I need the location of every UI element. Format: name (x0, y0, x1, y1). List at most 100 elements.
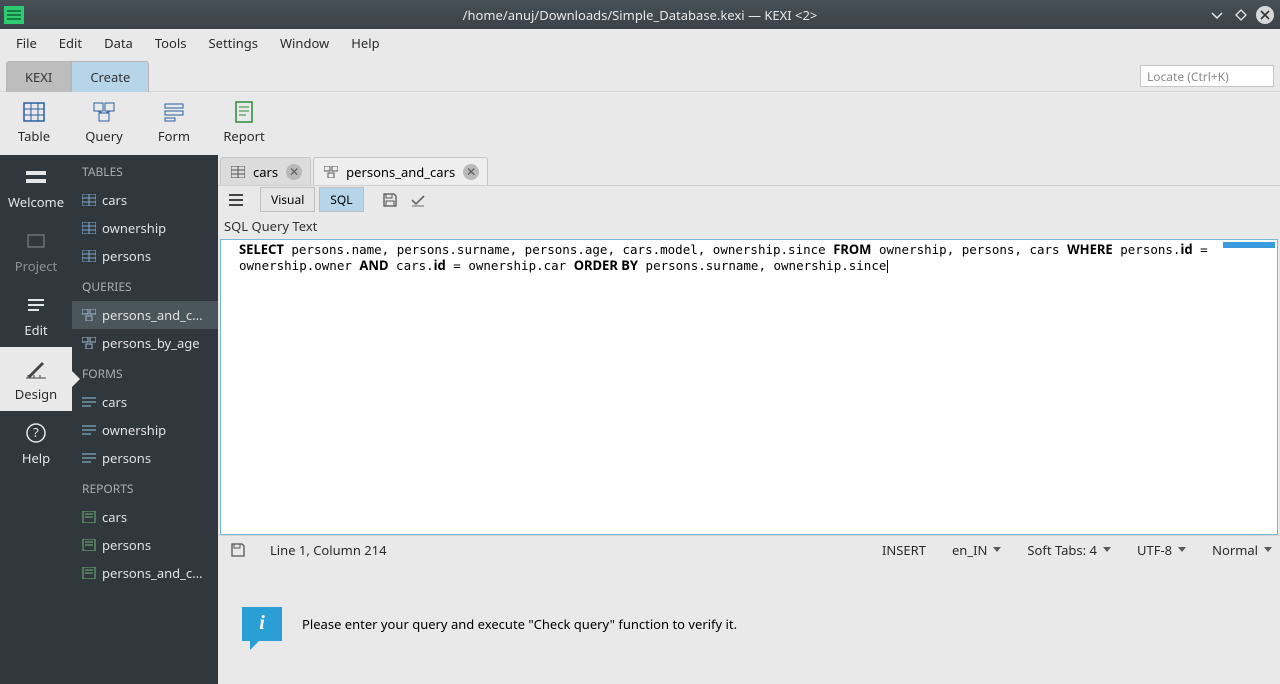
tree-report-item[interactable]: persons_and_c... (72, 559, 218, 587)
status-locale-label: en_IN (952, 541, 987, 559)
tree-item-label: ownership (102, 219, 166, 237)
project-icon (24, 229, 48, 253)
table-icon (82, 194, 96, 206)
status-insert[interactable]: INSERT (882, 541, 926, 559)
tree-form-item[interactable]: cars (72, 388, 218, 416)
tree-query-item[interactable]: persons_and_c... (72, 301, 218, 329)
save-icon[interactable] (226, 539, 250, 561)
minimize-button[interactable] (1208, 6, 1226, 24)
tree-form-item[interactable]: ownership (72, 416, 218, 444)
tree-item-label: cars (102, 191, 127, 209)
doc-tab-cars[interactable]: cars ✕ (220, 157, 311, 185)
tree-header-reports: REPORTS (72, 472, 218, 503)
menu-help[interactable]: Help (341, 30, 389, 56)
table-icon (231, 166, 245, 178)
report-icon (233, 101, 255, 123)
menu-file[interactable]: File (6, 30, 47, 56)
tree-header-forms: FORMS (72, 357, 218, 388)
mode-welcome-label: Welcome (8, 193, 64, 211)
close-button[interactable] (1256, 6, 1274, 24)
status-mode[interactable]: Normal (1212, 541, 1272, 559)
toolbar-report-label: Report (223, 127, 264, 145)
toolbar-report[interactable]: Report (220, 101, 268, 145)
design-icon (24, 357, 48, 381)
maximize-button[interactable] (1232, 6, 1250, 24)
mode-project-label: Project (15, 257, 57, 275)
status-encoding-label: UTF-8 (1137, 541, 1172, 559)
content-area: cars ✕ persons_and_cars ✕ Visual SQL SQL… (218, 155, 1280, 684)
close-icon[interactable]: ✕ (463, 164, 479, 180)
mode-design-label: Design (15, 385, 57, 403)
tree-report-item[interactable]: cars (72, 503, 218, 531)
tree-query-item[interactable]: persons_by_age (72, 329, 218, 357)
tree-header-queries: QUERIES (72, 270, 218, 301)
status-position[interactable]: Line 1, Column 214 (270, 541, 387, 559)
close-icon[interactable]: ✕ (286, 164, 302, 180)
tree-table-item[interactable]: persons (72, 242, 218, 270)
status-bar: Line 1, Column 214 INSERT en_IN Soft Tab… (218, 535, 1280, 563)
check-query-icon[interactable] (406, 189, 430, 211)
save-icon[interactable] (378, 189, 402, 211)
toolbar-table[interactable]: Table (10, 101, 58, 145)
hamburger-icon[interactable] (224, 189, 248, 211)
create-toolbar: Table Query Form Report (0, 91, 1280, 155)
tree-table-item[interactable]: cars (72, 186, 218, 214)
info-footer: i Please enter your query and execute "C… (218, 563, 1280, 684)
tree-table-item[interactable]: ownership (72, 214, 218, 242)
toolbar-table-label: Table (18, 127, 50, 145)
tree-item-label: persons_and_c... (102, 306, 203, 324)
main-tab-row: KEXI Create Locate (Ctrl+K) (0, 57, 1280, 91)
tree-item-label: persons_by_age (102, 334, 200, 352)
tab-create[interactable]: Create (71, 61, 149, 92)
doc-tab-persons-and-cars[interactable]: persons_and_cars ✕ (313, 157, 488, 185)
menu-settings[interactable]: Settings (199, 30, 268, 56)
document-tabs: cars ✕ persons_and_cars ✕ (218, 155, 1280, 185)
report-icon (82, 511, 96, 523)
view-sql-button[interactable]: SQL (319, 187, 363, 212)
window-title: /home/anuj/Downloads/Simple_Database.kex… (463, 6, 818, 24)
edit-icon (24, 293, 48, 317)
app-icon (4, 6, 24, 24)
tree-item-label: persons (102, 247, 151, 265)
tree-header-tables: TABLES (72, 155, 218, 186)
sql-editor[interactable]: SELECT persons.name, persons.surname, pe… (220, 239, 1278, 535)
menu-window[interactable]: Window (270, 30, 339, 56)
tree-form-item[interactable]: persons (72, 444, 218, 472)
editor-toolbar: Visual SQL (218, 185, 1280, 213)
query-icon (324, 166, 338, 178)
doc-tab-label: persons_and_cars (346, 163, 455, 181)
tree-report-item[interactable]: persons (72, 531, 218, 559)
mode-sidebar: Welcome Project Edit Design ? Help (0, 155, 72, 684)
svg-text:?: ? (33, 423, 39, 441)
locate-input[interactable]: Locate (Ctrl+K) (1140, 65, 1274, 87)
mode-project[interactable]: Project (0, 219, 72, 283)
menu-tools[interactable]: Tools (145, 30, 197, 56)
mode-edit-label: Edit (24, 321, 47, 339)
form-icon (163, 101, 185, 123)
menu-edit[interactable]: Edit (49, 30, 92, 56)
chevron-down-icon (993, 547, 1001, 552)
titlebar: /home/anuj/Downloads/Simple_Database.kex… (0, 0, 1280, 29)
mode-design[interactable]: Design (0, 347, 72, 411)
mode-help[interactable]: ? Help (0, 411, 72, 475)
form-icon (82, 396, 96, 408)
sql-text-content: SELECT persons.name, persons.surname, pe… (221, 240, 1277, 276)
query-icon (82, 337, 96, 349)
menu-data[interactable]: Data (94, 30, 143, 56)
report-icon (82, 567, 96, 579)
report-icon (82, 539, 96, 551)
toolbar-query[interactable]: Query (80, 101, 128, 145)
chevron-down-icon (1264, 547, 1272, 552)
status-locale[interactable]: en_IN (952, 541, 1001, 559)
mode-edit[interactable]: Edit (0, 283, 72, 347)
mode-welcome[interactable]: Welcome (0, 155, 72, 219)
mode-help-label: Help (22, 449, 50, 467)
toolbar-form[interactable]: Form (150, 101, 198, 145)
status-tabs[interactable]: Soft Tabs: 4 (1027, 541, 1111, 559)
status-tabs-label: Soft Tabs: 4 (1027, 541, 1097, 559)
view-visual-button[interactable]: Visual (260, 187, 315, 212)
toolbar-form-label: Form (158, 127, 190, 145)
status-encoding[interactable]: UTF-8 (1137, 541, 1186, 559)
tab-kexi[interactable]: KEXI (6, 61, 71, 92)
info-message: Please enter your query and execute "Che… (302, 615, 737, 633)
